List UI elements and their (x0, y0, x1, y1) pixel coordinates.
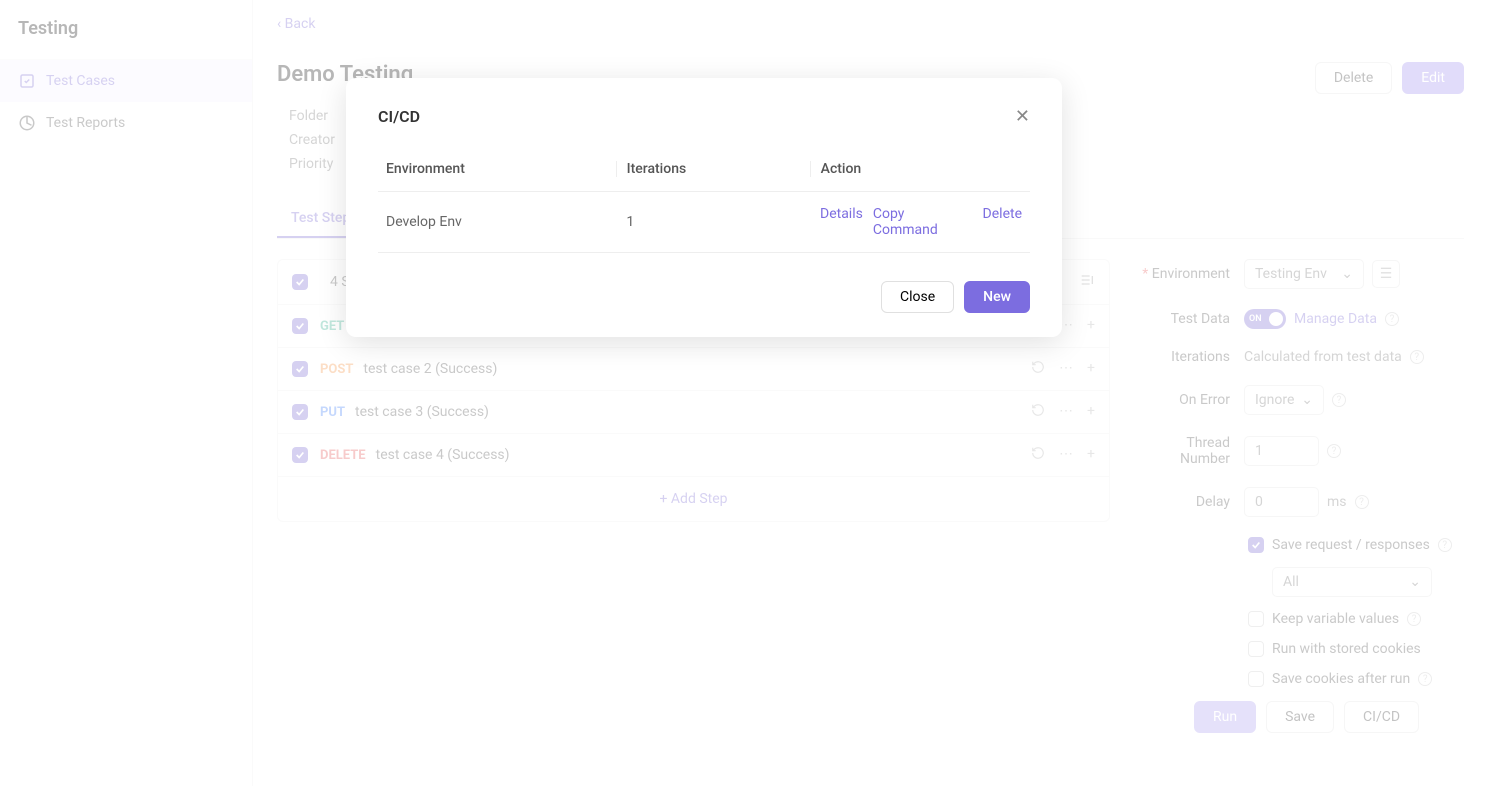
copy-command-link[interactable]: Copy Command (873, 206, 973, 238)
cicd-modal: CI/CD ✕ Environment Iterations Action De… (346, 78, 1062, 337)
th-iterations: Iterations (617, 161, 811, 177)
row-env: Develop Env (386, 214, 616, 230)
close-icon[interactable]: ✕ (1015, 106, 1030, 127)
close-button[interactable]: Close (881, 281, 954, 313)
row-iterations: 1 (616, 214, 810, 230)
details-link[interactable]: Details (820, 206, 863, 238)
new-button[interactable]: New (964, 281, 1030, 313)
modal-title: CI/CD (378, 107, 420, 126)
th-action: Action (811, 161, 1022, 177)
delete-link[interactable]: Delete (983, 206, 1022, 238)
th-environment: Environment (386, 161, 617, 177)
table-row: Develop Env 1 Details Copy Command Delet… (378, 192, 1030, 253)
